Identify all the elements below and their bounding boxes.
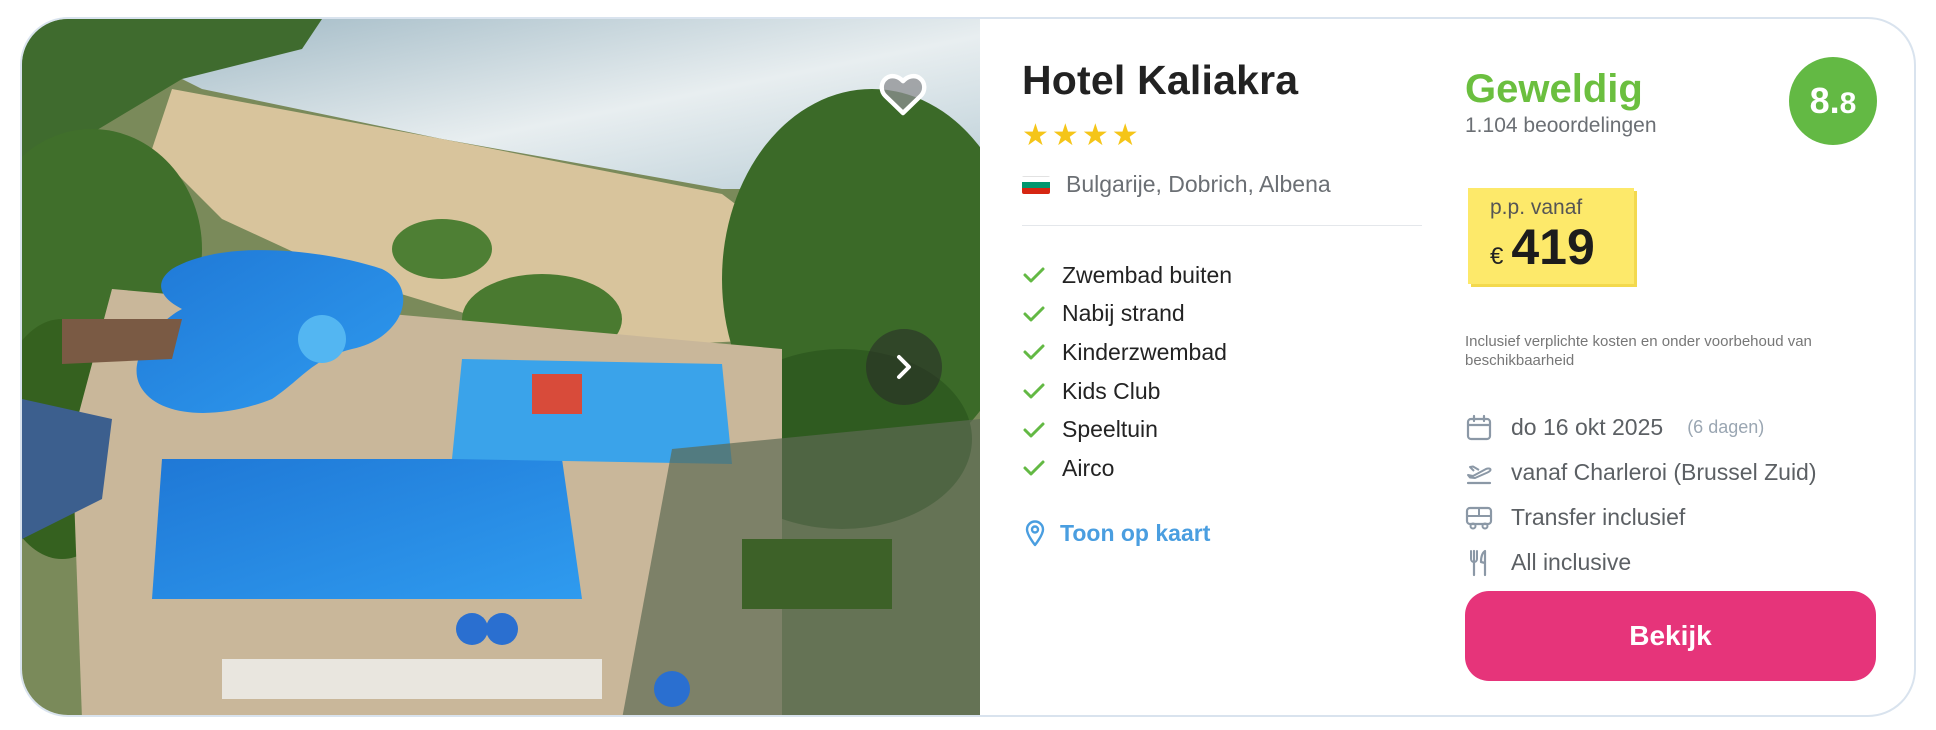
fork-knife-icon bbox=[1465, 549, 1493, 577]
feature-label: Speeltuin bbox=[1062, 416, 1158, 443]
price-box: p.p. vanaf € 419 bbox=[1468, 188, 1634, 284]
departure: vanaf Charleroi (Brussel Zuid) bbox=[1465, 450, 1817, 495]
show-on-map-link[interactable]: Toon op kaart bbox=[1024, 519, 1210, 547]
chevron-right-icon bbox=[897, 355, 911, 379]
star-icon: ★ bbox=[1111, 119, 1139, 152]
board-text: All inclusive bbox=[1511, 549, 1632, 575]
score-main: 8. bbox=[1809, 80, 1840, 121]
feature-label: Zwembad buiten bbox=[1062, 261, 1233, 288]
map-pin-icon bbox=[1025, 520, 1045, 547]
price-disclaimer: Inclusief verplichte kosten en onder voo… bbox=[1465, 333, 1812, 369]
feature-item: Airco bbox=[1022, 449, 1232, 488]
hotel-info: Hotel Kaliakra ★ ★ ★ ★ Bulgarije, Dobrich, … bbox=[1022, 19, 1452, 715]
favorite-button[interactable] bbox=[875, 69, 931, 119]
feature-list: Zwembad buiten Nabij strand Kinderzwembad K… bbox=[1022, 256, 1232, 488]
departure-text: vanaf Charleroi (Brussel Zuid) bbox=[1511, 459, 1817, 485]
transfer: Transfer inclusief bbox=[1465, 495, 1817, 540]
score-decimal: 8 bbox=[1839, 87, 1857, 120]
transfer-text: Transfer inclusief bbox=[1511, 504, 1686, 530]
feature-label: Kinderzwembad bbox=[1062, 338, 1227, 365]
feature-item: Speeltuin bbox=[1022, 410, 1232, 449]
bulgaria-flag-icon bbox=[1022, 175, 1050, 194]
divider bbox=[1022, 225, 1422, 226]
feature-item: Kinderzwembad bbox=[1022, 333, 1232, 372]
price-amount: 419 bbox=[1511, 219, 1595, 275]
check-icon bbox=[1023, 460, 1045, 476]
heart-icon bbox=[879, 73, 927, 116]
calendar-icon bbox=[1465, 414, 1493, 442]
rating-label: Geweldig bbox=[1465, 67, 1643, 111]
trip-details: do 16 okt 2025 (6 dagen) vanaf Charleroi… bbox=[1465, 405, 1817, 585]
price-label: p.p. vanaf bbox=[1490, 196, 1583, 219]
star-icon: ★ bbox=[1051, 119, 1079, 152]
feature-item: Zwembad buiten bbox=[1022, 256, 1232, 295]
review-count[interactable]: 1.104 beoordelingen bbox=[1465, 114, 1657, 138]
price-row: € 419 bbox=[1490, 220, 1634, 274]
feature-item: Kids Club bbox=[1022, 372, 1232, 411]
check-icon bbox=[1023, 306, 1045, 322]
board-type: All inclusive bbox=[1465, 540, 1817, 585]
feature-label: Airco bbox=[1062, 454, 1115, 481]
check-icon bbox=[1023, 383, 1045, 399]
score-badge: 8. 8 bbox=[1789, 57, 1877, 145]
hotel-photo-image bbox=[22, 19, 980, 715]
show-on-map-label: Toon op kaart bbox=[1060, 519, 1211, 546]
hotel-name[interactable]: Hotel Kaliakra bbox=[1022, 57, 1298, 104]
check-icon bbox=[1023, 267, 1045, 283]
bus-icon bbox=[1465, 504, 1493, 532]
feature-label: Nabij strand bbox=[1062, 300, 1185, 327]
check-icon bbox=[1023, 344, 1045, 360]
hotel-photo[interactable] bbox=[22, 19, 980, 715]
star-icon: ★ bbox=[1022, 119, 1049, 152]
airplane-departure-icon bbox=[1465, 459, 1493, 487]
trip-date: do 16 okt 2025 (6 dagen) bbox=[1465, 405, 1817, 450]
feature-label: Kids Club bbox=[1062, 377, 1161, 404]
location: Bulgarije, Dobrich, Albena bbox=[1022, 171, 1331, 198]
location-text: Bulgarije, Dobrich, Albena bbox=[1066, 171, 1331, 197]
star-rating: ★ ★ ★ ★ bbox=[1022, 121, 1139, 151]
feature-item: Nabij strand bbox=[1022, 295, 1232, 334]
next-photo-button[interactable] bbox=[866, 329, 942, 405]
hotel-card[interactable]: Hotel Kaliakra ★ ★ ★ ★ Bulgarije, Dobrich, … bbox=[20, 17, 1916, 717]
currency-symbol: € bbox=[1490, 243, 1504, 270]
view-button[interactable]: Bekijk bbox=[1465, 591, 1876, 681]
trip-duration: (6 dagen) bbox=[1687, 417, 1765, 437]
booking-panel: Geweldig 1.104 beoordelingen 8. 8 p.p. va… bbox=[1465, 19, 1895, 715]
check-icon bbox=[1023, 422, 1045, 438]
trip-date-text: do 16 okt 2025 bbox=[1511, 414, 1664, 440]
star-icon: ★ bbox=[1081, 119, 1109, 152]
